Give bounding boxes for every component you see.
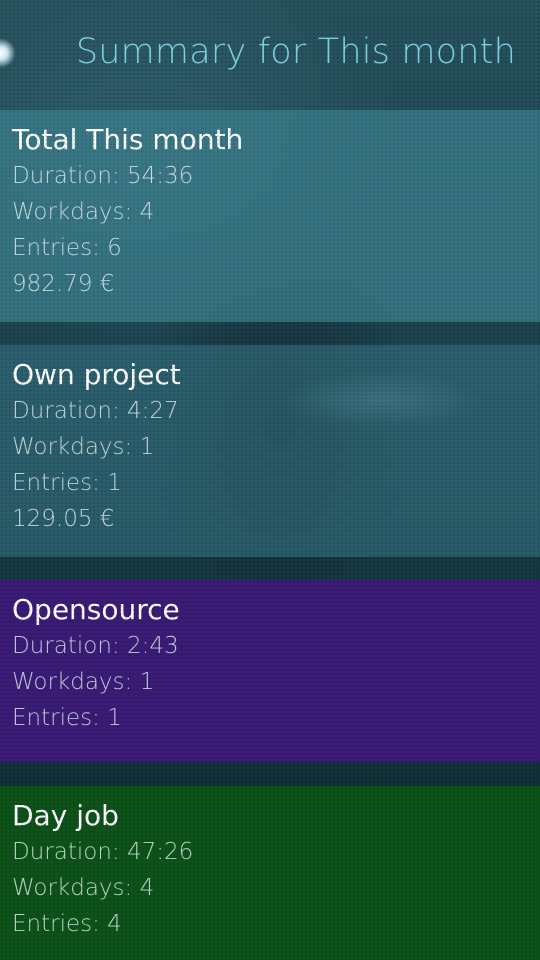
card-title: Own project — [12, 358, 181, 391]
entries-text: Entries: 1 — [12, 705, 122, 731]
duration-text: Duration: 47:26 — [12, 839, 194, 865]
workdays-text: Workdays: 1 — [12, 434, 155, 460]
summary-card-own-project[interactable]: Own project Duration: 4:27 Workdays: 1 E… — [0, 345, 540, 557]
price-text: 129.05 € — [12, 506, 115, 532]
summary-card-day-job[interactable]: Day job Duration: 47:26 Workdays: 4 Entr… — [0, 786, 540, 960]
summary-card-opensource[interactable]: Opensource Duration: 2:43 Workdays: 1 En… — [0, 580, 540, 762]
workdays-text: Workdays: 1 — [12, 669, 155, 695]
duration-text: Duration: 54:36 — [12, 163, 194, 189]
workdays-text: Workdays: 4 — [12, 199, 155, 225]
entries-text: Entries: 6 — [12, 235, 122, 261]
duration-text: Duration: 4:27 — [12, 398, 179, 424]
card-title: Day job — [12, 799, 119, 832]
price-text: 982.79 € — [12, 271, 115, 297]
entries-text: Entries: 1 — [12, 470, 122, 496]
card-title: Opensource — [12, 593, 180, 626]
summary-card-total[interactable]: Total This month Duration: 54:36 Workday… — [0, 110, 540, 322]
page-title: Summary for This month — [75, 32, 516, 72]
workdays-text: Workdays: 4 — [12, 875, 155, 901]
entries-text: Entries: 4 — [12, 911, 122, 937]
card-title: Total This month — [12, 123, 244, 156]
duration-text: Duration: 2:43 — [12, 633, 179, 659]
